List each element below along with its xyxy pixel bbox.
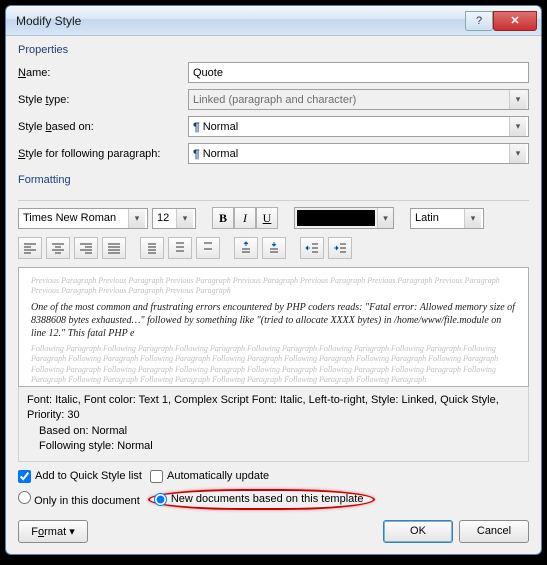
name-label: Name:: [18, 67, 188, 79]
space-before-inc-button[interactable]: [234, 237, 258, 259]
only-this-doc-radio[interactable]: Only in this document: [18, 491, 140, 507]
align-right-button[interactable]: [74, 237, 98, 259]
auto-update-checkbox[interactable]: Automatically update: [150, 470, 269, 483]
ok-button[interactable]: OK: [383, 520, 453, 543]
color-swatch-icon: [297, 210, 375, 226]
preview-before: Previous Paragraph Previous Paragraph Pr…: [31, 276, 516, 297]
line-spacing-15-button[interactable]: [168, 237, 192, 259]
help-button[interactable]: ?: [465, 11, 493, 31]
underline-button[interactable]: U: [256, 207, 278, 229]
font-size-combo[interactable]: 12: [152, 208, 196, 229]
line-spacing-2-button[interactable]: [196, 237, 220, 259]
align-center-button[interactable]: [46, 237, 70, 259]
line-spacing-1-button[interactable]: [140, 237, 164, 259]
style-type-label: Style type:: [18, 94, 188, 106]
font-family-combo[interactable]: Times New Roman: [18, 208, 148, 229]
following-combo[interactable]: ¶Normal: [188, 143, 529, 164]
name-input[interactable]: [188, 62, 529, 83]
following-label: Style for following paragraph:: [18, 148, 188, 160]
font-color-combo[interactable]: ▾: [294, 207, 394, 229]
preview-after: Following Paragraph Following Paragraph …: [31, 344, 516, 386]
indent-increase-button[interactable]: [328, 237, 352, 259]
add-quickstyle-checkbox[interactable]: Add to Quick Style list: [18, 470, 142, 483]
align-left-button[interactable]: [18, 237, 42, 259]
modify-style-dialog: Modify Style ? ✕ Properties Name: Style …: [5, 5, 542, 555]
dialog-title: Modify Style: [16, 14, 465, 28]
align-justify-button[interactable]: [102, 237, 126, 259]
new-docs-template-radio[interactable]: New documents based on this template: [154, 493, 364, 506]
bold-button[interactable]: B: [212, 207, 234, 229]
highlight-annotation: New documents based on this template: [148, 489, 376, 510]
cancel-button[interactable]: Cancel: [459, 520, 529, 543]
indent-decrease-button[interactable]: [300, 237, 324, 259]
style-type-combo: Linked (paragraph and character): [188, 89, 529, 110]
italic-button[interactable]: I: [234, 207, 256, 229]
space-before-dec-button[interactable]: [262, 237, 286, 259]
titlebar: Modify Style ? ✕: [6, 6, 541, 36]
based-on-label: Style based on:: [18, 121, 188, 133]
formatting-heading: Formatting: [18, 174, 529, 186]
preview-pane: Previous Paragraph Previous Paragraph Pr…: [18, 267, 529, 387]
style-description: Font: Italic, Font color: Text 1, Comple…: [18, 387, 529, 462]
script-combo[interactable]: Latin: [410, 208, 484, 229]
preview-sample: One of the most common and frustrating e…: [31, 301, 516, 340]
close-button[interactable]: ✕: [493, 11, 537, 31]
properties-heading: Properties: [18, 44, 529, 56]
format-menu-button[interactable]: Format ▾: [18, 520, 88, 543]
based-on-combo[interactable]: ¶Normal: [188, 116, 529, 137]
